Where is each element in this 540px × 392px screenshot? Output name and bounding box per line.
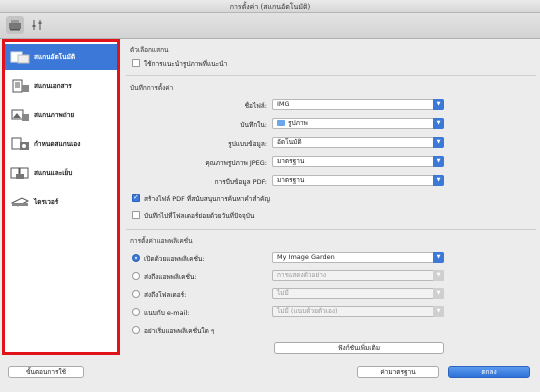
divider [126,75,536,76]
open-app-select[interactable]: My Image Garden ▼ [272,252,444,263]
jpeg-quality-label: คุณภาพรูปภาพ JPEG: [205,159,267,167]
sidebar-item-photo-scan[interactable]: สแกนภาพถ่าย [5,102,117,128]
sidebar-item-document-scan[interactable]: สแกนเอกสาร [5,73,117,99]
sidebar-item-auto-scan[interactable]: สแกนอัตโนมัติ [5,44,117,70]
sidebar-item-label: กำหนดสแกนเอง [34,140,81,148]
driver-icon [10,197,30,207]
open-app-radio[interactable] [132,254,140,262]
title-bar: การตั้งค่า (สแกนอัตโนมัติ) [0,0,540,13]
sliders-icon[interactable] [28,16,46,34]
jpeg-quality-value: มาตรฐาน [277,157,305,165]
sidebar-item-label: สแกนภาพถ่าย [34,111,75,119]
divider [126,229,536,230]
send-folder-label: ส่งถึงโฟลเดอร์: [144,291,187,299]
chevron-down-icon: ▼ [433,175,444,186]
file-name-value: IMG [277,100,290,108]
chevron-down-icon: ▼ [433,156,444,167]
ok-button[interactable]: ตกลง [448,366,530,378]
keyword-pdf-checkbox[interactable] [132,193,140,202]
sidebar-item-label: สแกนเอกสาร [34,82,72,90]
open-app-label: เปิดด้วยแอพพลิเคชั่น: [144,255,205,263]
sidebar: สแกนอัตโนมัติ สแกนเอกสาร สแกนภาพถ่าย กำห… [2,39,120,355]
open-app-value: My Image Garden [277,253,335,261]
no-app-radio[interactable] [132,326,140,334]
chevron-down-icon: ▼ [433,137,444,148]
send-app-radio[interactable] [132,272,140,280]
chevron-down-icon: ▼ [433,252,444,263]
instructions-button[interactable]: ขั้นตอนการใช้ [8,366,84,378]
save-in-label: บันทึกใน: [240,121,267,129]
folder-icon [277,120,285,126]
keyword-pdf-label: สร้างไฟล์ PDF ที่สนับสนุนการค้นหาคำสำคัญ [144,195,270,203]
sidebar-item-custom-scan[interactable]: กำหนดสแกนเอง [5,131,117,157]
send-folder-value: ไม่มี [277,289,289,297]
subfolder-checkbox[interactable] [132,211,140,219]
email-label: แนบกับ e-mail: [144,309,190,317]
data-format-select[interactable]: อัตโนมัติ ▼ [272,137,444,148]
chevron-down-icon: ▼ [433,288,444,299]
email-select[interactable]: ไม่มี (แนบด้วยตัวเอง) ▼ [272,306,444,317]
recommended-image-label: ใช้การแนะนำรูปภาพที่แนะนำ [144,60,228,68]
more-functions-button[interactable]: ฟังก์ชันเพิ่มเติม [274,342,444,354]
data-format-label: รูปแบบข้อมูล: [228,140,267,148]
sidebar-item-label: สแกนอัตโนมัติ [34,53,76,61]
sidebar-item-driver[interactable]: ไดรเวอร์ [5,189,117,215]
scanner-icon[interactable] [6,16,24,34]
chevron-down-icon: ▼ [433,270,444,281]
stitch-scan-icon [10,167,29,179]
recommended-image-checkbox[interactable] [132,59,140,67]
chevron-down-icon: ▼ [433,99,444,110]
document-scan-icon [12,79,29,93]
scan-options-title: ตัวเลือกแสกน [130,46,169,54]
sidebar-item-stitch-scan[interactable]: สแกนและเย็บ [5,160,117,186]
settings-panel: ตัวเลือกแสกน ใช้การแนะนำรูปภาพที่แนะนำ บ… [122,39,540,355]
photo-scan-icon [11,109,29,121]
settings-window: การตั้งค่า (สแกนอัตโนมัติ) สแกนอัตโนมัติ… [0,0,540,392]
defaults-button[interactable]: ค่ามาตรฐาน [357,366,439,378]
send-app-label: ส่งถึงแอพพลิเคชั่น: [144,273,197,281]
toolbar [0,13,540,39]
save-in-value: รูปภาพ [288,119,308,127]
data-format-value: อัตโนมัติ [277,138,302,146]
save-settings-title: บันทึกการตั้งค่า [130,84,174,92]
file-name-field[interactable]: IMG ▼ [272,99,444,110]
subfolder-label: บันทึกไปที่โฟลเดอร์ย่อยด้วยวันที่ปัจจุบั… [144,212,255,220]
email-value: ไม่มี (แนบด้วยตัวเอง) [277,307,338,315]
file-name-label: ชื่อไฟล์: [244,102,267,110]
app-settings-title: การตั้งค่าแอพพลิเคชั่น [130,237,193,245]
pdf-compression-select[interactable]: มาตรฐาน ▼ [272,175,444,186]
no-app-label: อย่าเริ่มแอพพลิเคชั่นใด ๆ [144,327,215,335]
sidebar-item-label: สแกนและเย็บ [34,169,73,177]
sidebar-item-label: ไดรเวอร์ [34,198,59,206]
send-folder-radio[interactable] [132,290,140,298]
email-radio[interactable] [132,308,140,316]
auto-scan-icon [10,51,30,64]
pdf-compression-value: มาตรฐาน [277,176,305,184]
send-app-value: การแสดงตัวอย่าง [277,271,327,279]
custom-scan-icon [11,137,29,150]
window-title: การตั้งค่า (สแกนอัตโนมัติ) [229,3,311,11]
send-folder-select[interactable]: ไม่มี ▼ [272,288,444,299]
pdf-compression-label: การบีบข้อมูล PDF: [214,178,267,186]
save-in-select[interactable]: รูปภาพ ▼ [272,118,444,129]
chevron-down-icon: ▼ [433,118,444,129]
jpeg-quality-select[interactable]: มาตรฐาน ▼ [272,156,444,167]
chevron-down-icon: ▼ [433,306,444,317]
send-app-select[interactable]: การแสดงตัวอย่าง ▼ [272,270,444,281]
